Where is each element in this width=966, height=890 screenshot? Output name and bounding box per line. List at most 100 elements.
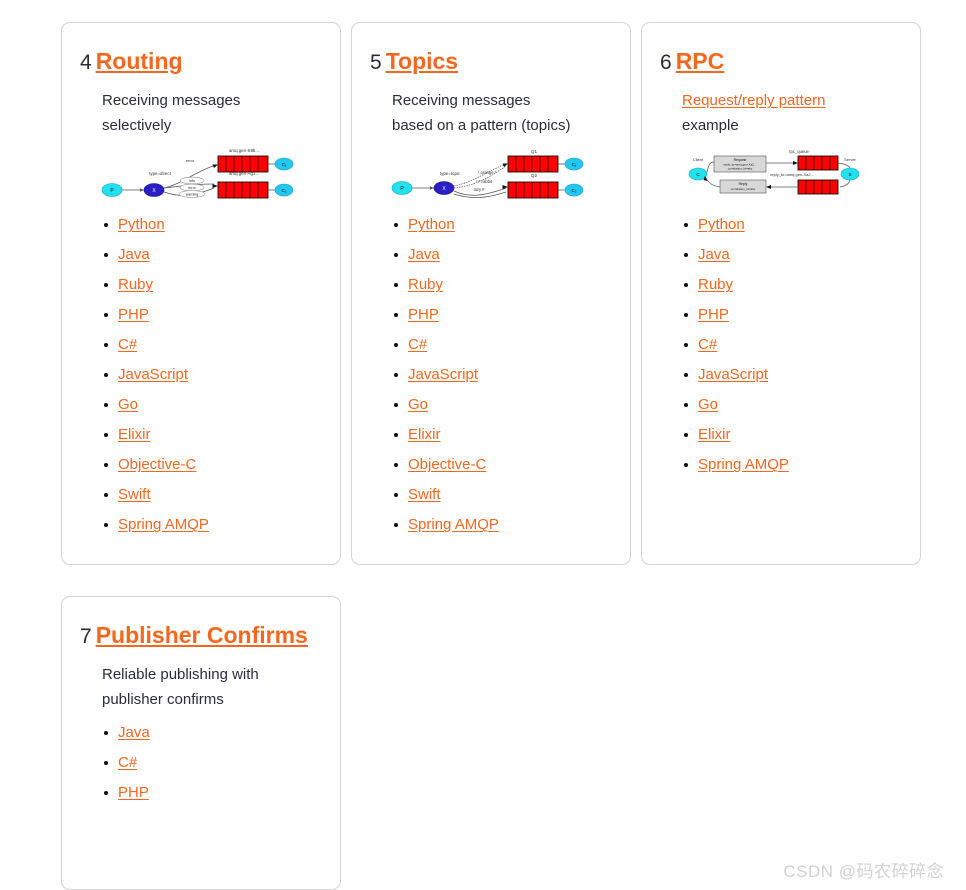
language-link[interactable]: Java bbox=[118, 246, 150, 263]
language-link[interactable]: C# bbox=[118, 754, 137, 771]
card-number: 4 bbox=[80, 51, 92, 74]
language-list: Python Java Ruby PHP C# JavaScript Go El… bbox=[660, 210, 902, 480]
card-description: Receiving messages selectively bbox=[102, 92, 241, 135]
list-item: C# bbox=[394, 330, 612, 360]
list-item: Java bbox=[104, 240, 322, 270]
card-title: 7 Publisher Confirms bbox=[80, 622, 322, 648]
language-link[interactable]: C# bbox=[698, 336, 717, 353]
svg-text:Client: Client bbox=[693, 157, 704, 162]
list-item: Objective-C bbox=[394, 450, 612, 480]
language-link[interactable]: Objective-C bbox=[408, 456, 486, 473]
tutorial-card-topics[interactable]: 5 Topics Receiving messages based on a pa… bbox=[351, 22, 631, 565]
list-item: Spring AMQP bbox=[684, 450, 902, 480]
list-item: Swift bbox=[394, 480, 612, 510]
svg-text:S: S bbox=[848, 172, 851, 177]
language-link[interactable]: Swift bbox=[118, 486, 151, 503]
language-link[interactable]: PHP bbox=[698, 306, 729, 323]
list-item: PHP bbox=[104, 300, 322, 330]
list-item: C# bbox=[104, 330, 322, 360]
svg-text:Server: Server bbox=[844, 157, 856, 162]
tutorial-card-row-bottom: 7 Publisher Confirms Reliable publishing … bbox=[61, 596, 341, 890]
language-link[interactable]: Go bbox=[408, 396, 428, 413]
card-title-link[interactable]: Publisher Confirms bbox=[96, 622, 308, 648]
list-item: Python bbox=[104, 210, 322, 240]
diagram-container: Client Server rpc_queue reply_to=amq.gen… bbox=[660, 144, 902, 202]
tutorial-card-routing[interactable]: 4 Routing Receiving messages selectively … bbox=[61, 22, 341, 565]
card-description: Reliable publishing with publisher confi… bbox=[102, 666, 259, 709]
language-link[interactable]: Ruby bbox=[698, 276, 733, 293]
svg-text:C₂: C₂ bbox=[571, 188, 576, 193]
card-number: 5 bbox=[370, 51, 382, 74]
rpc-request-reply-diagram: Client Server rpc_queue reply_to=amq.gen… bbox=[688, 149, 860, 195]
language-link[interactable]: Spring AMQP bbox=[408, 516, 499, 533]
language-link[interactable]: JavaScript bbox=[118, 366, 188, 383]
language-link[interactable]: JavaScript bbox=[698, 366, 768, 383]
svg-text:reply_to=amq.gen-Xa2...: reply_to=amq.gen-Xa2... bbox=[770, 172, 814, 177]
list-item: Objective-C bbox=[104, 450, 322, 480]
card-title-link[interactable]: Routing bbox=[96, 48, 183, 74]
svg-text:Q1: Q1 bbox=[531, 149, 538, 154]
language-list: Java C# PHP bbox=[80, 718, 322, 808]
list-item: JavaScript bbox=[684, 360, 902, 390]
language-link[interactable]: Python bbox=[408, 216, 455, 233]
list-item: Spring AMQP bbox=[394, 510, 612, 540]
card-title: 4 Routing bbox=[80, 48, 322, 74]
svg-text:info: info bbox=[189, 179, 195, 183]
tutorial-card-row-top: 4 Routing Receiving messages selectively … bbox=[61, 22, 921, 565]
language-link[interactable]: Elixir bbox=[118, 426, 151, 443]
card-number: 6 bbox=[660, 51, 672, 74]
language-link[interactable]: Ruby bbox=[118, 276, 153, 293]
language-link[interactable]: Objective-C bbox=[118, 456, 196, 473]
card-description: Request/reply pattern example bbox=[660, 88, 865, 138]
language-link[interactable]: Python bbox=[698, 216, 745, 233]
svg-text:error: error bbox=[186, 158, 195, 163]
language-link[interactable]: PHP bbox=[118, 784, 149, 801]
tutorial-card-rpc[interactable]: 6 RPC Request/reply pattern example Clien… bbox=[641, 22, 921, 565]
list-item: Java bbox=[684, 240, 902, 270]
svg-text:Reply: Reply bbox=[739, 182, 748, 186]
card-title: 6 RPC bbox=[660, 48, 902, 74]
diagram-container: Q1 Q2 type=topic *.orange.* *.*.rabbit l… bbox=[370, 144, 612, 202]
language-link[interactable]: C# bbox=[118, 336, 137, 353]
routing-direct-exchange-diagram: amq.gen-S9b... amq.gen-Ag1... type=direc… bbox=[101, 148, 294, 199]
card-title-link[interactable]: Topics bbox=[386, 48, 458, 74]
svg-text:rpc_queue: rpc_queue bbox=[789, 149, 809, 154]
language-link[interactable]: Java bbox=[408, 246, 440, 263]
language-link[interactable]: Elixir bbox=[408, 426, 441, 443]
language-link[interactable]: PHP bbox=[408, 306, 439, 323]
language-link[interactable]: Go bbox=[118, 396, 138, 413]
card-description-rest: example bbox=[682, 117, 739, 135]
language-link[interactable]: Go bbox=[698, 396, 718, 413]
list-item: Python bbox=[684, 210, 902, 240]
language-link[interactable]: Java bbox=[118, 724, 150, 741]
svg-text:type=topic: type=topic bbox=[440, 171, 461, 176]
list-item: Ruby bbox=[684, 270, 902, 300]
tutorial-card-publisher-confirms[interactable]: 7 Publisher Confirms Reliable publishing … bbox=[61, 596, 341, 890]
list-item: Elixir bbox=[104, 420, 322, 450]
language-link[interactable]: JavaScript bbox=[408, 366, 478, 383]
svg-text:type=direct: type=direct bbox=[149, 171, 171, 176]
card-description-link[interactable]: Request/reply pattern bbox=[682, 92, 825, 109]
language-link[interactable]: PHP bbox=[118, 306, 149, 323]
svg-text:Request: Request bbox=[734, 158, 747, 162]
list-item: Python bbox=[394, 210, 612, 240]
language-link[interactable]: Elixir bbox=[698, 426, 731, 443]
svg-text:correlation_id=abc: correlation_id=abc bbox=[731, 187, 756, 191]
list-item: JavaScript bbox=[104, 360, 322, 390]
language-link[interactable]: C# bbox=[408, 336, 427, 353]
language-link[interactable]: Swift bbox=[408, 486, 441, 503]
list-item: C# bbox=[684, 330, 902, 360]
language-link[interactable]: Spring AMQP bbox=[118, 516, 209, 533]
language-link[interactable]: Spring AMQP bbox=[698, 456, 789, 473]
list-item: Ruby bbox=[394, 270, 612, 300]
list-item: Swift bbox=[104, 480, 322, 510]
list-item: Java bbox=[104, 718, 322, 748]
language-link[interactable]: Java bbox=[698, 246, 730, 263]
language-link[interactable]: Ruby bbox=[408, 276, 443, 293]
language-link[interactable]: Python bbox=[118, 216, 165, 233]
list-item: PHP bbox=[684, 300, 902, 330]
csdn-watermark: CSDN @码农碎碎念 bbox=[783, 862, 944, 881]
card-title-link[interactable]: RPC bbox=[676, 48, 725, 74]
language-list: Python Java Ruby PHP C# JavaScript Go El… bbox=[370, 210, 612, 540]
list-item: PHP bbox=[394, 300, 612, 330]
